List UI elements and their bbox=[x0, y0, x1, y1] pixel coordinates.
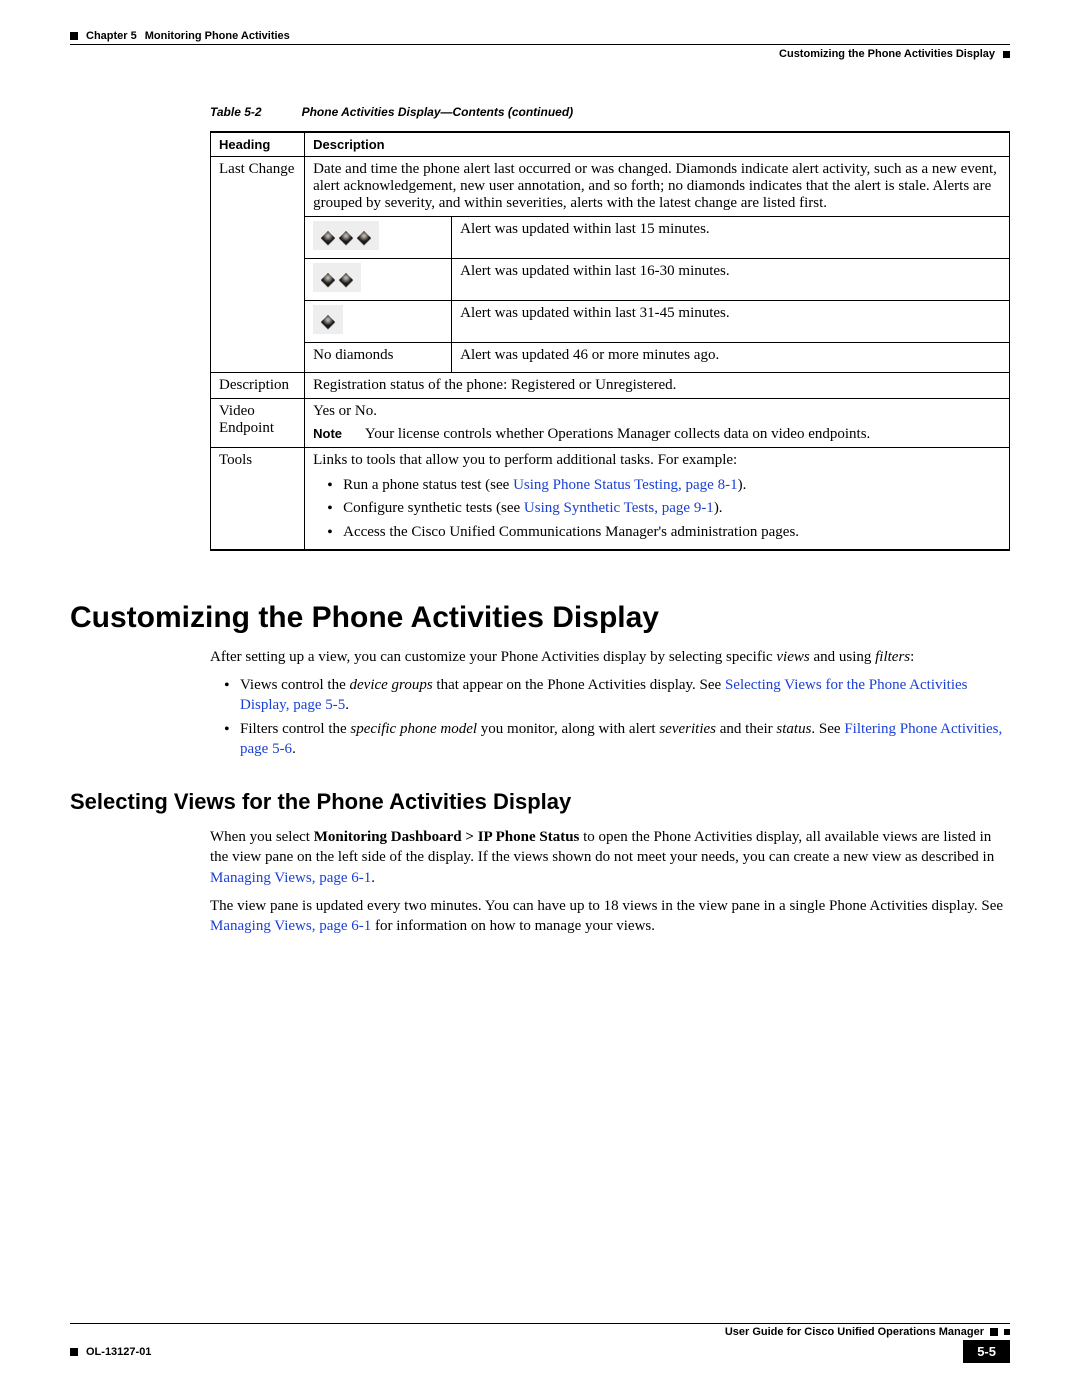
cell-diamonds-2 bbox=[305, 259, 452, 301]
cell-tools-desc: Links to tools that allow you to perform… bbox=[305, 448, 1010, 550]
tools-bullet-1: Run a phone status test (see Using Phone… bbox=[327, 475, 1001, 495]
cell-d3: Alert was updated within last 15 minutes… bbox=[452, 217, 1010, 259]
two-diamonds-icon bbox=[313, 263, 361, 292]
section-label: Customizing the Phone Activities Display bbox=[779, 48, 995, 60]
phone-activities-table: Heading Description Last Change Date and… bbox=[210, 131, 1010, 551]
link-phone-status-testing[interactable]: Using Phone Status Testing, page 8-1 bbox=[513, 477, 738, 493]
th-description: Description bbox=[305, 132, 1010, 157]
link-synthetic-tests[interactable]: Using Synthetic Tests, page 9-1 bbox=[524, 500, 714, 516]
subsection-title-selecting-views: Selecting Views for the Phone Activities… bbox=[70, 789, 1010, 815]
page-number: 5-5 bbox=[963, 1340, 1010, 1363]
cell-video-desc: Yes or No. Note Your license controls wh… bbox=[305, 399, 1010, 448]
customize-bullet-filters: Filters control the specific phone model… bbox=[224, 719, 1010, 760]
cell-lastchange-heading: Last Change bbox=[211, 157, 305, 373]
footer-guide-title: User Guide for Cisco Unified Operations … bbox=[725, 1326, 984, 1338]
cell-diamonds-1 bbox=[305, 301, 452, 343]
cell-video-heading: Video Endpoint bbox=[211, 399, 305, 448]
cell-tools-heading: Tools bbox=[211, 448, 305, 550]
section-title-customizing: Customizing the Phone Activities Display bbox=[70, 601, 1010, 635]
square-icon bbox=[1003, 51, 1010, 58]
p-selecting-2: The view pane is updated every two minut… bbox=[210, 896, 1010, 937]
th-heading: Heading bbox=[211, 132, 305, 157]
tools-bullet-3: Access the Cisco Unified Communications … bbox=[327, 522, 1001, 542]
link-managing-views-2[interactable]: Managing Views, page 6-1 bbox=[210, 918, 371, 934]
cell-d2: Alert was updated within last 16-30 minu… bbox=[452, 259, 1010, 301]
three-diamonds-icon bbox=[313, 221, 379, 250]
square-icon bbox=[1004, 1329, 1010, 1335]
square-icon bbox=[990, 1328, 998, 1336]
chapter-label: Chapter 5 bbox=[86, 30, 137, 42]
square-icon bbox=[70, 1348, 78, 1356]
cell-no-diamonds: No diamonds bbox=[305, 343, 452, 373]
cell-diamonds-3 bbox=[305, 217, 452, 259]
chapter-title: Monitoring Phone Activities bbox=[145, 30, 290, 42]
one-diamond-icon bbox=[313, 305, 343, 334]
tools-bullet-2: Configure synthetic tests (see Using Syn… bbox=[327, 498, 1001, 518]
cell-description-heading: Description bbox=[211, 373, 305, 399]
cell-d0: Alert was updated 46 or more minutes ago… bbox=[452, 343, 1010, 373]
p-customize-intro: After setting up a view, you can customi… bbox=[210, 647, 1010, 667]
note-label: Note bbox=[313, 426, 361, 441]
cell-description-desc: Registration status of the phone: Regist… bbox=[305, 373, 1010, 399]
p-selecting-1: When you select Monitoring Dashboard > I… bbox=[210, 827, 1010, 888]
footer-doc-number: OL-13127-01 bbox=[86, 1346, 151, 1358]
page-header: Chapter 5 Monitoring Phone Activities Cu… bbox=[70, 30, 1010, 60]
square-icon bbox=[70, 32, 78, 40]
table-caption: Table 5-2Phone Activities Display—Conten… bbox=[210, 105, 1010, 119]
cell-lastchange-desc: Date and time the phone alert last occur… bbox=[305, 157, 1010, 217]
note-text: Your license controls whether Operations… bbox=[365, 426, 993, 443]
customize-bullet-views: Views control the device groups that app… bbox=[224, 675, 1010, 716]
link-managing-views-1[interactable]: Managing Views, page 6-1 bbox=[210, 870, 371, 886]
page-footer: User Guide for Cisco Unified Operations … bbox=[70, 1323, 1010, 1363]
cell-d1: Alert was updated within last 31-45 minu… bbox=[452, 301, 1010, 343]
